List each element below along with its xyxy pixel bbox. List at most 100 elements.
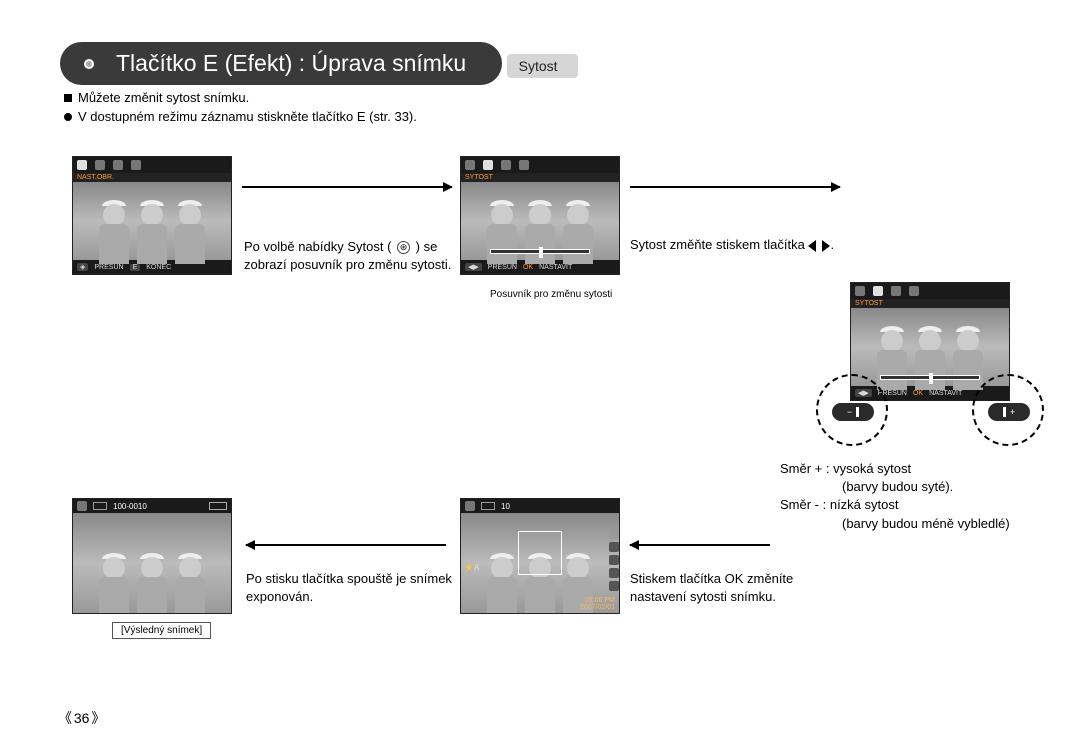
adj-icon (483, 160, 493, 170)
focus-frame-icon (518, 531, 562, 575)
footer-key-lr-icon: ◀▶ (465, 263, 482, 271)
result-image-label: [Výsledný snímek] (112, 622, 211, 639)
side-icon (609, 555, 619, 565)
arrow-left-4 (246, 544, 446, 546)
palette-icon (465, 160, 475, 170)
screen-2-image (461, 182, 619, 260)
left-right-triangle-icon (808, 240, 830, 252)
bullet-line-2: V dostupném režimu záznamu stiskněte tla… (64, 109, 1020, 124)
footer-set-2: NASTAVIT (539, 264, 572, 271)
screen-3-image (851, 308, 1009, 386)
caption-slider: Posuvník pro změnu sytosti (490, 288, 612, 302)
caption-2: Sytost změňte stiskem tlačítka . (630, 236, 860, 254)
side-icon (609, 529, 619, 539)
folder-icon (93, 502, 107, 510)
dir-minus-line: Směr - : nízká sytost (780, 496, 1010, 514)
screen-1-label: NAST.OBR. (73, 173, 231, 182)
plus-icon: + (1010, 407, 1015, 417)
screen-5-image (73, 513, 231, 613)
screen-3-label: SYTOST (851, 299, 1009, 308)
minus-bubble: − (832, 403, 874, 421)
footer-end-1: KONEC (146, 264, 171, 271)
footer-move-2: PŘESUN (488, 264, 517, 271)
camera-screen-2: SYTOST ◀▶ PŘESUN OK NASTAVIT (460, 156, 620, 275)
circle-bullet-icon (64, 113, 72, 121)
mode-p-icon (465, 501, 475, 511)
section-label: Sytost (519, 58, 558, 74)
fun-icon (113, 160, 123, 170)
date-text: 2007/02/01 (580, 604, 615, 611)
camera-screen-1: NAST.OBR. ◈ PŘESUN E KONEC (72, 156, 232, 275)
slider-thumb-icon (929, 373, 933, 384)
screen-1-image (73, 182, 231, 260)
dir-plus-line2: (barvy budou syté). (780, 478, 1010, 496)
flash-auto-icon: ⚡A (464, 563, 479, 572)
dir-plus-line: Směr + : vysoká sytost (780, 460, 1010, 478)
camera-icon (519, 160, 529, 170)
screen-4-count: 10 (501, 502, 510, 511)
bullet-line-1: Můžete změnit sytost snímku. (64, 90, 1020, 105)
screen-2-label: SYTOST (461, 173, 619, 182)
saturation-slider-bar (490, 249, 590, 254)
side-icon (609, 568, 619, 578)
camera-icon (909, 286, 919, 296)
fun-icon (891, 286, 901, 296)
footer-key-ok-2: OK (523, 264, 533, 271)
caption-3: Stiskem tlačítka OK změníte nastavení sy… (630, 570, 800, 605)
bullet-1-text: Můžete změnit sytost snímku. (78, 90, 249, 105)
section-tab: Sytost (507, 54, 578, 78)
screen-2-iconbar (461, 157, 619, 173)
camera-screen-5: 100-0010 (72, 498, 232, 614)
plus-bubble: + (988, 403, 1030, 421)
screen-1-iconbar (73, 157, 231, 173)
footer-key-ok-3: OK (913, 390, 923, 397)
title-bullet-icon (84, 59, 94, 69)
page-number-value: 36 (74, 710, 90, 726)
battery-icon (209, 502, 227, 510)
caption-1: Po volbě nabídky Sytost ( ⊛ ) se zobrazí… (244, 238, 454, 273)
screen-4-side-icons (607, 527, 620, 599)
screen-4-clock: 01:00 PM 2007/02/01 (580, 597, 615, 611)
caption-2-text: Sytost změňte stiskem tlačítka (630, 237, 805, 252)
content-area: NAST.OBR. ◈ PŘESUN E KONEC Po volbě nabí… (60, 128, 1020, 648)
arrow-right-2 (630, 186, 840, 188)
title-text: Tlačítko E (Efekt) : Úprava snímku (116, 50, 466, 76)
size-icon (481, 502, 495, 510)
dir-minus-line2: (barvy budou méně vybledlé) (780, 515, 1010, 533)
page-number: 36 (58, 708, 105, 728)
caption-4: Po stisku tlačítka spouště je snímek exp… (246, 570, 456, 605)
zoom-plus-circle: + (972, 374, 1044, 446)
screen-4-image: ⚡A 01:00 PM 2007/02/01 (461, 513, 619, 613)
screen-5-folder: 100-0010 (113, 502, 147, 511)
zoom-minus-circle: − (816, 374, 888, 446)
footer-key-arrows-icon: ◈ (77, 263, 88, 271)
time-text: 01:00 PM (580, 597, 615, 604)
footer-set-3: NASTAVIT (929, 390, 962, 397)
play-icon (77, 501, 87, 511)
fun-icon (501, 160, 511, 170)
square-bullet-icon (64, 94, 72, 102)
minus-icon: − (847, 407, 852, 417)
direction-info: Směr + : vysoká sytost (barvy budou syté… (780, 460, 1010, 533)
side-icon (609, 542, 619, 552)
slider-thumb-icon (539, 247, 543, 258)
adj-icon (95, 160, 105, 170)
camera-screen-4: 10 ⚡A 01:00 PM 2007/02/01 (460, 498, 620, 614)
arrow-right-1 (242, 186, 452, 188)
screen-4-header: 10 (461, 499, 619, 513)
adj-icon (873, 286, 883, 296)
arrow-left-3 (630, 544, 770, 546)
footer-key-e: E (130, 264, 141, 271)
bullet-2-text: V dostupném režimu záznamu stiskněte tla… (78, 109, 417, 124)
caption-1a: Po volbě nabídky Sytost ( (244, 239, 391, 254)
saturation-slider-bar (880, 375, 980, 380)
page-title: Tlačítko E (Efekt) : Úprava snímku (60, 42, 502, 85)
palette-icon (855, 286, 865, 296)
palette-icon (77, 160, 87, 170)
side-icon (609, 581, 619, 591)
camera-icon (131, 160, 141, 170)
footer-move-1: PŘESUN (94, 264, 123, 271)
saturation-symbol-icon: ⊛ (397, 241, 410, 254)
screen-3-iconbar (851, 283, 1009, 299)
screen-5-header: 100-0010 (73, 499, 231, 513)
